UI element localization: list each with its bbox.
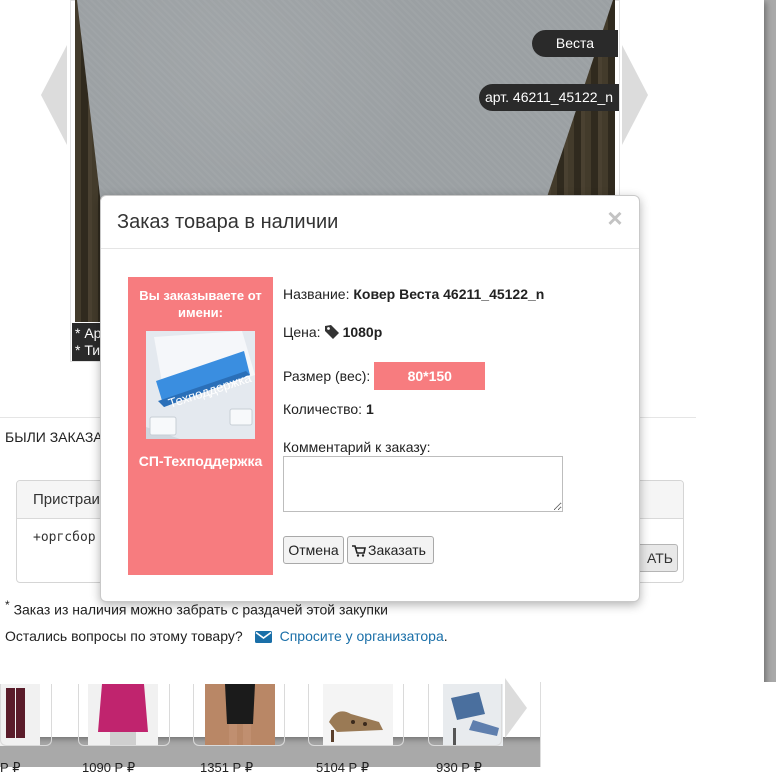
thumbnail-price: 5104 Р ₽ [316,760,370,775]
brand-tag: Веста [532,30,618,57]
orderer-label: Вы заказываете от имени: [139,288,262,320]
envelope-icon [254,630,272,643]
gallery-next-arrow[interactable] [622,45,648,145]
avatar: Техподдержка [146,331,255,439]
panel-code-text: +оргсбор [33,530,96,545]
thumbnail-price: Р ₽ [0,760,21,775]
order-modal: Заказ товара в наличии × Вы заказываете … [100,195,640,602]
gallery-prev-arrow[interactable] [41,45,67,145]
tag-icon [324,325,340,339]
note-text: Заказ из наличия можно забрать с раздаче… [13,601,388,618]
comment-label: Комментарий к заказу: [283,439,431,455]
comment-field[interactable] [283,456,563,512]
quantity-label: Количество: [283,401,363,417]
thumbnail-frame [193,684,285,746]
panel-tab[interactable]: Пристраи [33,491,100,508]
modal-divider [101,248,639,249]
note-asterisk: * [5,598,10,612]
close-icon[interactable]: × [603,204,627,232]
thumbnail-price: 1351 Р ₽ [200,760,254,775]
article-tag: арт. 46211_45122_n [479,84,620,111]
price-value: 1080р [342,324,383,340]
product-name-row: Название: Ковер Веста 46211_45122_n [283,286,544,302]
divider [540,682,541,767]
size-label: Размер (вес): [283,368,371,384]
thumbnail-price: 1090 Р ₽ [82,760,136,775]
ask-question: Остались вопросы по этому товару? [5,628,243,644]
quantity-row: Количество: 1 [283,401,374,417]
orderer-card: Вы заказываете от имени: Техподдержка СП… [128,277,273,575]
modal-title: Заказ товара в наличии [117,211,339,233]
quantity-value: 1 [365,401,374,417]
size-option[interactable]: 80*150 [374,362,486,390]
order-button[interactable]: Заказать [347,536,434,564]
price-label: Цена: [283,324,321,340]
thumbnail-frame [308,684,404,746]
thumbnail-frame [78,684,170,746]
size-row: Размер (вес): 80*150 [283,362,486,390]
price-row: Цена: 1080р [283,324,382,340]
thumbnails-next-arrow[interactable] [505,678,527,738]
ask-organizer-link[interactable]: Спросите у организатора [280,628,444,644]
name-label: Название: [283,286,350,302]
thumbnail-frame [428,684,502,746]
ordered-heading: БЫЛИ ЗАКАЗА [5,429,103,445]
order-button-label: Заказать [368,542,426,558]
thumbnail-price: 930 Р ₽ [436,760,482,775]
page-footer-strip [540,682,776,767]
orderer-name: СП-Техподдержка [138,453,263,469]
cancel-button[interactable]: Отмена [283,536,344,564]
ask-organizer-row: Остались вопросы по этому товару? Спроси… [5,628,448,644]
name-value: Ковер Веста 46211_45122_n [353,286,545,302]
cart-icon [352,544,366,557]
thumbnail-frame [0,684,52,746]
ask-tail: . [443,628,448,644]
